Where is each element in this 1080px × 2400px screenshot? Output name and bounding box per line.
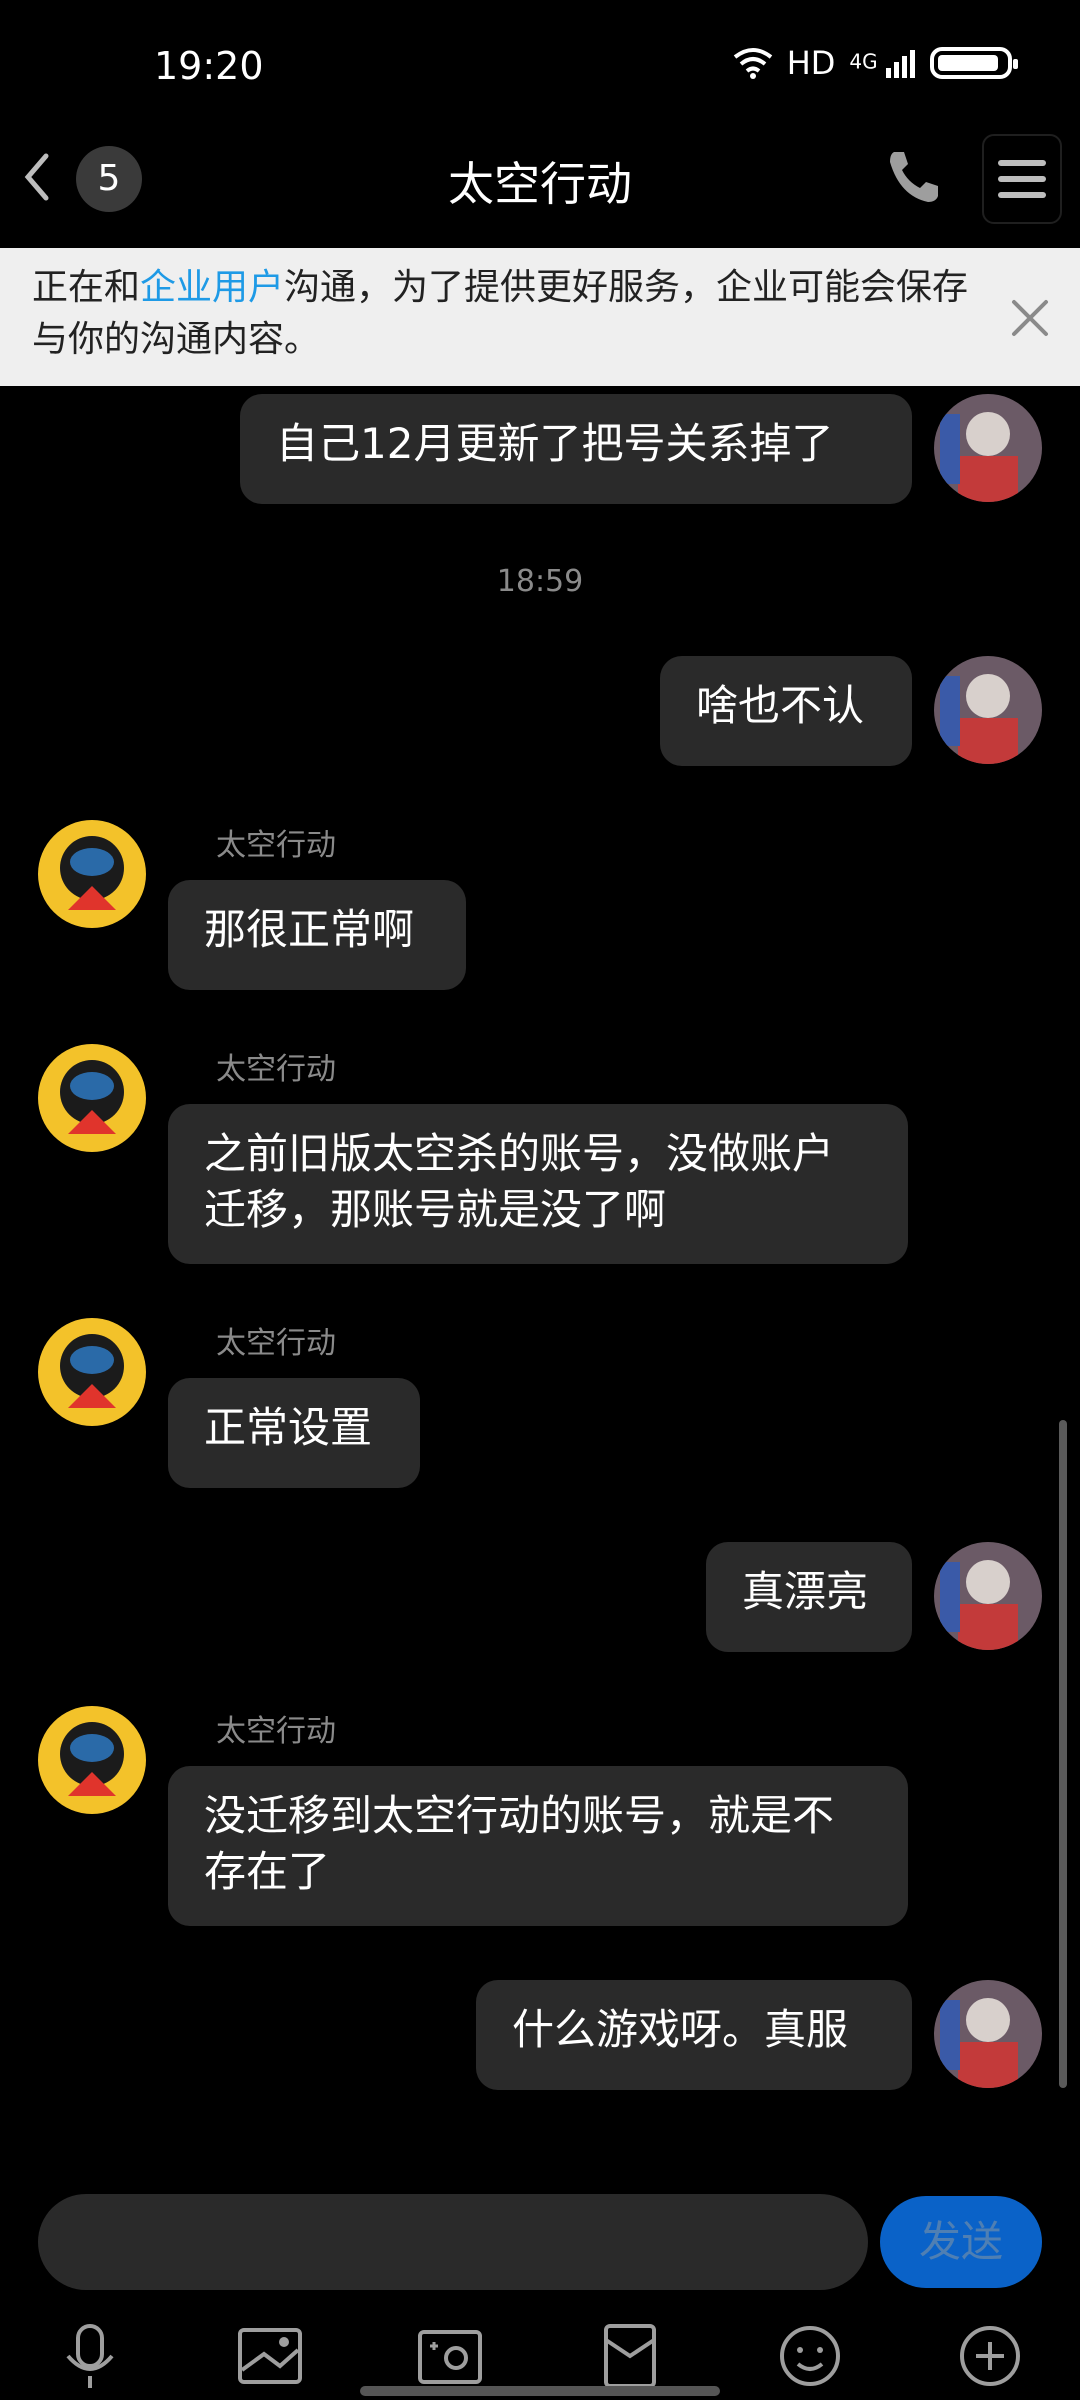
network-label: HD (786, 44, 836, 82)
message-bubble-received[interactable]: 之前旧版太空杀的账号，没做账户迁移，那账号就是没了啊 (168, 1104, 908, 1264)
enterprise-user-link[interactable]: 企业用户 (140, 267, 284, 308)
my-avatar[interactable] (934, 1542, 1042, 1650)
my-avatar[interactable] (934, 656, 1042, 764)
sender-name: 太空行动 (216, 1714, 336, 1749)
message-input[interactable] (38, 2194, 868, 2290)
red-packet-icon[interactable] (590, 2316, 670, 2396)
microphone-icon[interactable] (50, 2316, 130, 2396)
bot-avatar[interactable] (38, 1706, 146, 1814)
signal-icon: 4G (849, 48, 916, 78)
status-bar: 19:20 HD 4G (0, 0, 1080, 130)
my-avatar[interactable] (934, 1980, 1042, 2088)
sender-name: 太空行动 (216, 828, 336, 863)
message-bubble-sent[interactable]: 啥也不认 (660, 656, 912, 766)
message-bubble-received[interactable]: 正常设置 (168, 1378, 420, 1488)
scrollbar[interactable] (1059, 1420, 1067, 2088)
plus-icon[interactable] (950, 2316, 1030, 2396)
status-time: 19:20 (154, 44, 264, 88)
home-indicator[interactable] (360, 2386, 720, 2396)
camera-icon[interactable] (410, 2316, 490, 2396)
signal-label: 4G (849, 49, 878, 74)
bot-avatar[interactable] (38, 1318, 146, 1426)
status-indicators: HD 4G (733, 44, 1018, 82)
banner-prefix: 正在和 (32, 267, 141, 308)
bot-avatar[interactable] (38, 1044, 146, 1152)
sender-name: 太空行动 (216, 1326, 336, 1361)
battery-icon (930, 47, 1018, 79)
send-button[interactable]: 发送 (880, 2196, 1042, 2288)
message-bubble-received[interactable]: 没迁移到太空行动的账号，就是不存在了 (168, 1766, 908, 1926)
my-avatar[interactable] (934, 394, 1042, 502)
message-bubble-sent[interactable]: 什么游戏呀。真服 (476, 1980, 912, 2090)
sender-name: 太空行动 (216, 1052, 336, 1087)
emoji-icon[interactable] (770, 2316, 850, 2396)
close-icon[interactable] (1006, 294, 1054, 342)
wifi-icon (733, 48, 772, 79)
message-timestamp: 18:59 (496, 564, 584, 599)
image-icon[interactable] (230, 2316, 310, 2396)
bot-avatar[interactable] (38, 820, 146, 928)
message-bubble-sent[interactable]: 真漂亮 (706, 1542, 912, 1652)
menu-icon[interactable] (982, 134, 1062, 224)
banner-text: 正在和企业用户沟通，为了提供更好服务，企业可能会保存与你的沟通内容。 (32, 262, 992, 366)
message-bubble-received[interactable]: 那很正常啊 (168, 880, 466, 990)
phone-icon[interactable] (880, 146, 950, 206)
message-bubble-sent[interactable]: 自己12月更新了把号关系掉了 (240, 394, 912, 504)
